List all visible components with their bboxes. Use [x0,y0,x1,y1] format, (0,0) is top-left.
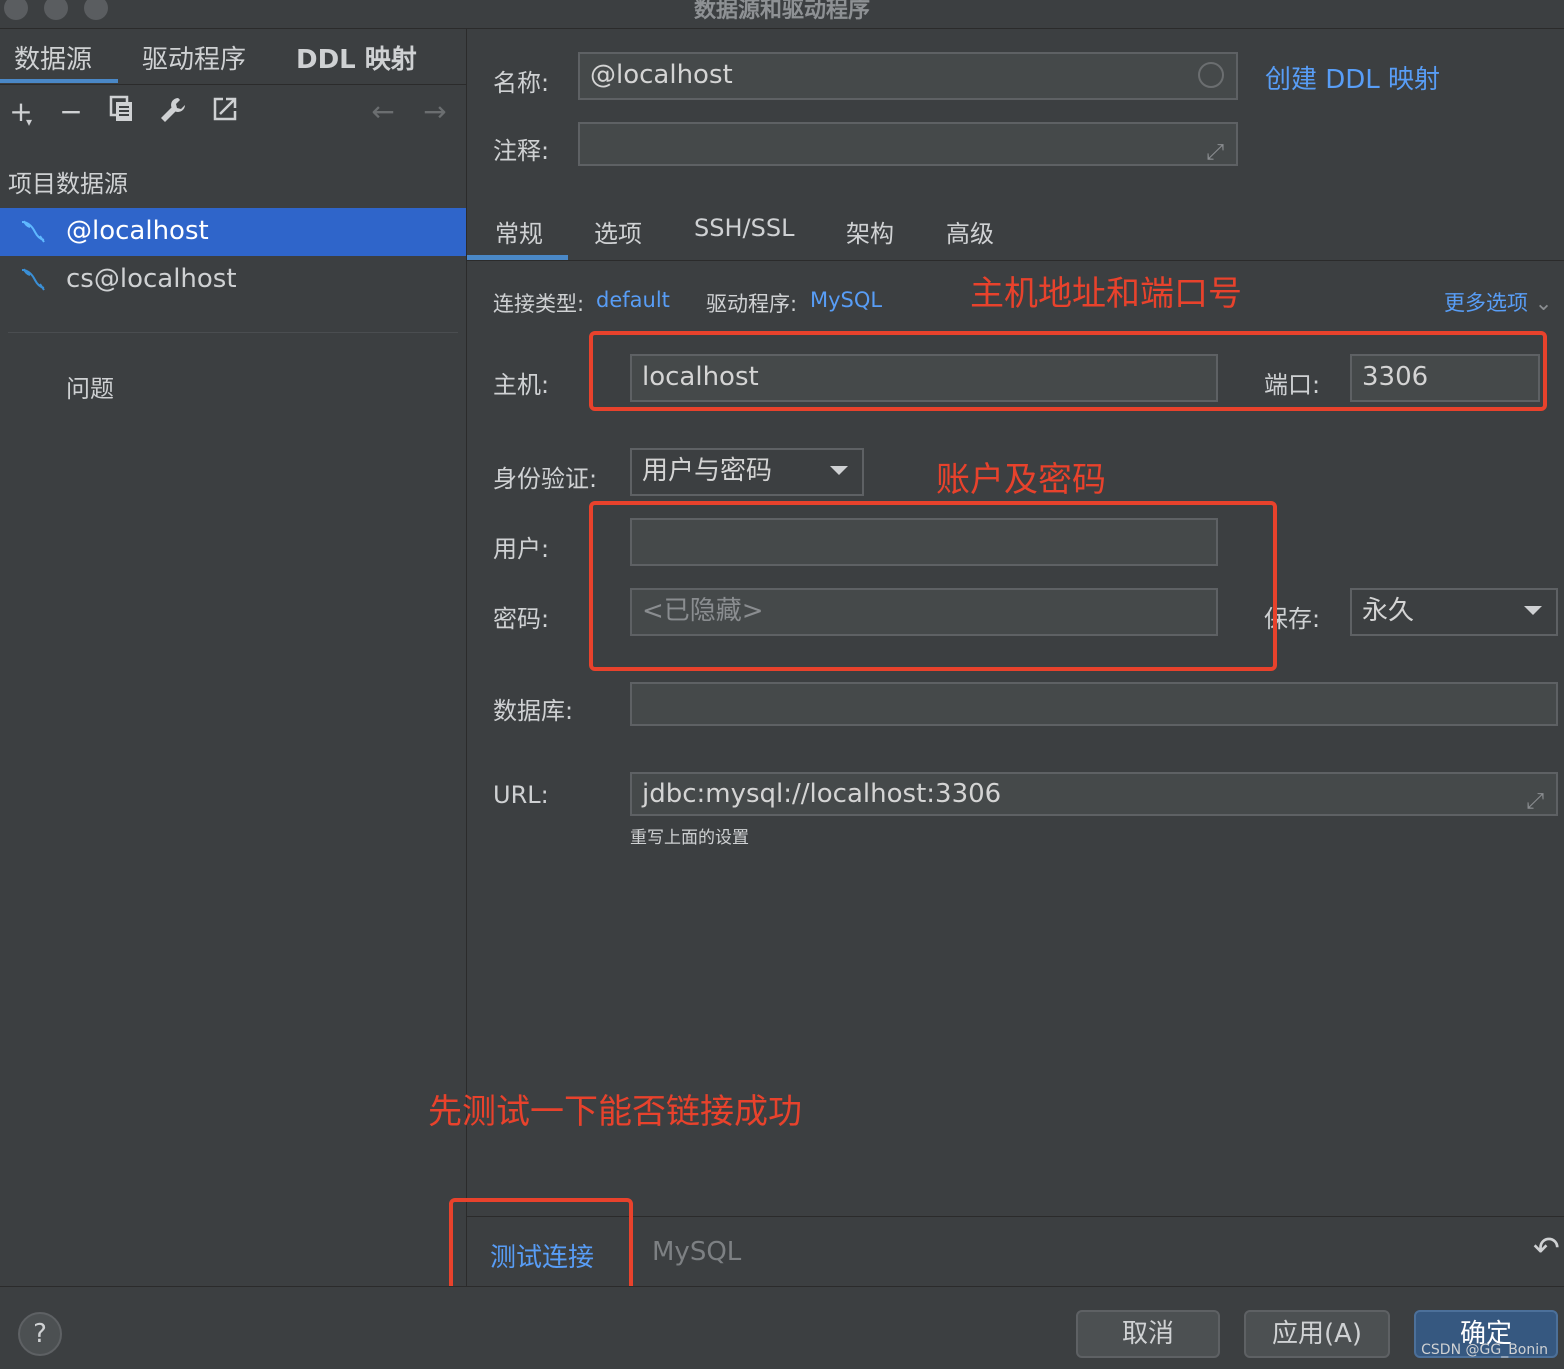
annotation-account: 账户及密码 [936,460,1106,500]
dropdown-arrow-icon [830,466,848,475]
datasource-item-cs-localhost[interactable]: cs@localhost [0,256,466,304]
name-field[interactable]: @localhost [578,52,1238,100]
tab-options[interactable]: 选项 [594,214,642,249]
expand-icon[interactable]: ⤢ [1526,782,1544,822]
expand-icon[interactable]: ⤢ [1206,132,1224,174]
forward-arrow-icon[interactable]: → [420,95,450,129]
tab-divider [467,260,1564,261]
tab-datasources[interactable]: 数据源 [14,39,92,76]
add-icon[interactable]: + ▾ [6,95,36,129]
name-label: 名称: [493,69,550,97]
color-picker-icon[interactable] [1198,62,1224,88]
export-icon[interactable] [210,95,240,129]
annotation-host-port: 主机地址和端口号 [970,274,1242,314]
driver-value[interactable]: MySQL [810,288,882,312]
comment-label: 注释: [493,137,550,165]
left-panel: 数据源 驱动程序 DDL 映射 + ▾ − ← → 项目数据源 @localhos… [0,29,467,1286]
password-label: 密码: [493,605,550,633]
annotation-box-account [589,501,1277,671]
url-label: URL: [493,781,549,809]
database-label: 数据库: [493,697,574,725]
more-options-link[interactable]: 更多选项 ⌄ [1444,287,1552,317]
connection-type-label: 连接类型: [493,292,585,316]
auth-dropdown[interactable]: 用户与密码 [630,448,864,496]
save-mode-dropdown[interactable]: 永久 [1350,588,1558,636]
auth-label: 身份验证: [493,465,598,493]
mysql-dolphin-icon [21,268,45,291]
tab-schemas[interactable]: 架构 [846,214,894,249]
window-title: 数据源和驱动程序 [693,0,870,23]
datasource-label: cs@localhost [66,264,237,294]
driver-label: 驱动程序: [706,292,798,316]
active-tab-indicator [0,79,118,83]
tab-ssh-ssl[interactable]: SSH/SSL [694,214,794,242]
tab-advanced[interactable]: 高级 [946,214,994,249]
user-label: 用户: [493,535,550,563]
datasource-label: @localhost [66,216,209,246]
datasource-item-localhost[interactable]: @localhost [0,208,466,256]
mysql-dolphin-icon [21,220,45,243]
tab-general[interactable]: 常规 [495,214,543,249]
divider [8,332,458,333]
help-button[interactable]: ? [18,1312,62,1356]
driver-name-label: MySQL [652,1237,742,1267]
cancel-button[interactable]: 取消 [1076,1310,1220,1358]
dropdown-arrow-icon [1524,606,1542,615]
apply-button[interactable]: 应用(A) [1244,1310,1390,1358]
url-value: jdbc:mysql://localhost:3306 [642,779,1002,809]
host-label: 主机: [493,371,550,399]
problems-item[interactable]: 问题 [66,369,114,404]
database-field[interactable] [630,682,1558,726]
url-field[interactable]: jdbc:mysql://localhost:3306 ⤢ [630,772,1558,816]
chevron-down-icon: ⌄ [1534,291,1553,315]
remove-icon[interactable]: − [56,95,86,129]
name-value: @localhost [590,60,733,90]
revert-icon[interactable]: ↶ [1533,1229,1560,1267]
annotation-box-host-port [589,331,1547,411]
annotation-test-first: 先测试一下能否链接成功 [428,1092,802,1132]
watermark: CSDN @GG_Bonin [1421,1342,1548,1358]
auth-value: 用户与密码 [642,456,773,486]
wrench-icon[interactable] [158,95,188,129]
project-datasources-label: 项目数据源 [8,170,128,198]
copy-icon[interactable] [106,95,136,129]
back-arrow-icon[interactable]: ← [368,95,398,129]
title-bar: 数据源和驱动程序 [0,0,1564,29]
comment-field[interactable]: ⤢ [578,122,1238,166]
url-hint: 重写上面的设置 [630,828,749,848]
tab-ddl-mappings[interactable]: DDL 映射 [296,39,417,76]
connection-type-value[interactable]: default [596,288,670,312]
tab-drivers[interactable]: 驱动程序 [142,39,246,76]
create-ddl-mapping-link[interactable]: 创建 DDL 映射 [1265,59,1440,96]
tab-divider [0,84,466,85]
save-mode-value: 永久 [1362,596,1415,626]
